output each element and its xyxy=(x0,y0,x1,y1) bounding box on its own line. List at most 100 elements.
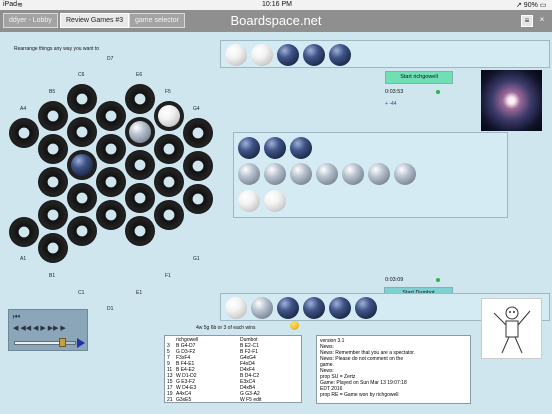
board-hint: Rearrange things any way you want to xyxy=(14,46,100,52)
coord-F1: F1 xyxy=(165,273,171,279)
ring[interactable] xyxy=(125,183,155,213)
playback-slider[interactable] xyxy=(14,341,76,345)
close-icon[interactable]: × xyxy=(536,15,548,27)
log-move-player2: W F5 edit xyxy=(240,397,262,403)
grey-marble[interactable] xyxy=(290,163,312,185)
ring[interactable] xyxy=(67,216,97,246)
black-marble[interactable] xyxy=(355,297,377,319)
coord-B5: B5 xyxy=(49,89,56,95)
coord-A1: A1 xyxy=(20,256,27,262)
info-line: prop RE = Game won by richgowell xyxy=(320,392,399,398)
ring[interactable] xyxy=(67,84,97,114)
grey-marble[interactable] xyxy=(264,163,286,185)
white-marble[interactable] xyxy=(225,297,247,319)
start-richgowell-button[interactable]: Start richgowell xyxy=(385,71,453,84)
white-marble[interactable] xyxy=(238,190,260,212)
ring[interactable] xyxy=(38,101,68,131)
black-marble[interactable] xyxy=(71,154,93,176)
grey-marble[interactable] xyxy=(316,163,338,185)
ring[interactable] xyxy=(38,167,68,197)
ring[interactable] xyxy=(96,200,126,230)
playback-slider-knob[interactable] xyxy=(59,338,67,347)
ring[interactable] xyxy=(96,101,126,131)
wifi-icon: ≋ xyxy=(17,2,23,9)
ring[interactable] xyxy=(125,150,155,180)
ring[interactable] xyxy=(67,183,97,213)
coord-E6: E6 xyxy=(136,72,143,78)
ring[interactable] xyxy=(154,167,184,197)
bottom-player-clock: 0:03:09 xyxy=(385,277,404,283)
top-bar: ddyer - Lobby Review Games #3 game selec… xyxy=(0,10,552,32)
ring[interactable] xyxy=(38,200,68,230)
coord-D1: D1 xyxy=(107,306,114,312)
win-rule: 4w 5g 6b or 3 of each wins xyxy=(196,325,256,331)
top-player-clock: 0:03:53 xyxy=(385,89,404,95)
coord-C6: C6 xyxy=(78,72,85,78)
playback-controls: ⏮ ◀ ◀◀ ◀ ▶ ▶▶ ▶ xyxy=(8,309,88,351)
top-player-score: + -44 xyxy=(385,101,397,107)
black-marble[interactable] xyxy=(277,297,299,319)
black-marble[interactable] xyxy=(303,44,325,66)
black-marble[interactable] xyxy=(329,44,351,66)
white-marble[interactable] xyxy=(158,105,180,127)
ring[interactable] xyxy=(67,117,97,147)
status-bar: iPad ≋ 10:16 PM ↗ 90% ▭ xyxy=(0,0,552,10)
ring[interactable] xyxy=(154,134,184,164)
playback-slider-fill xyxy=(15,342,62,344)
galaxy-avatar xyxy=(481,70,542,131)
menu-icon[interactable]: ≡ xyxy=(521,15,533,27)
page-title: Boardspace.net xyxy=(230,13,322,28)
white-marble[interactable] xyxy=(251,44,273,66)
grey-marble[interactable] xyxy=(238,163,260,185)
clock-time: 10:16 PM xyxy=(262,1,292,8)
grey-marble[interactable] xyxy=(251,297,273,319)
ring[interactable] xyxy=(38,233,68,263)
ring[interactable] xyxy=(9,217,39,247)
first-move-icon[interactable]: ⏮ xyxy=(13,312,20,322)
info-lines: version 3.1 News: News: Remember that you … xyxy=(320,338,467,398)
ring[interactable] xyxy=(125,216,155,246)
ring[interactable] xyxy=(96,167,126,197)
battery-indicator: ↗ 90% ▭ xyxy=(516,2,547,9)
coord-C1: C1 xyxy=(78,290,85,296)
coord-G1: G1 xyxy=(193,256,200,262)
ring[interactable] xyxy=(183,151,213,181)
game-log[interactable]: richgowell Dumbot 3B G4-D7 B E2-C1 5 G D3-F… xyxy=(164,335,302,403)
ring[interactable] xyxy=(154,200,184,230)
black-marble[interactable] xyxy=(238,137,260,159)
grey-marble[interactable] xyxy=(342,163,364,185)
log-move-number: 21 xyxy=(167,397,173,403)
black-marble[interactable] xyxy=(303,297,325,319)
grey-marble[interactable] xyxy=(129,121,151,143)
robot-avatar xyxy=(481,298,542,359)
coord-D7: D7 xyxy=(107,56,114,62)
ring[interactable] xyxy=(183,118,213,148)
bottom-player-online-dot xyxy=(436,278,440,282)
coord-G4: G4 xyxy=(193,106,200,112)
grey-marble[interactable] xyxy=(368,163,390,185)
top-player-online-dot xyxy=(436,90,440,94)
black-marble[interactable] xyxy=(277,44,299,66)
ring[interactable] xyxy=(125,84,155,114)
black-marble[interactable] xyxy=(290,137,312,159)
device-label: iPad xyxy=(3,1,18,8)
step-controls-icon[interactable]: ◀ ◀◀ ◀ ▶ ▶▶ ▶ xyxy=(13,324,66,332)
coord-B1: B1 xyxy=(49,273,56,279)
log-row[interactable]: 21 G3xE5 W F5 edit xyxy=(165,397,301,403)
marble-pool xyxy=(233,132,508,218)
ring[interactable] xyxy=(9,118,39,148)
info-panel[interactable]: version 3.1 News: News: Remember that you … xyxy=(316,335,471,404)
white-marble[interactable] xyxy=(264,190,286,212)
status-icon xyxy=(290,321,299,330)
play-icon[interactable] xyxy=(77,338,85,348)
black-marble[interactable] xyxy=(329,297,351,319)
ring[interactable] xyxy=(96,134,126,164)
black-marble[interactable] xyxy=(264,137,286,159)
coord-F5: F5 xyxy=(165,89,171,95)
log-move-player1: G3xE5 xyxy=(176,397,192,403)
ring[interactable] xyxy=(183,184,213,214)
ring[interactable] xyxy=(38,134,68,164)
white-marble[interactable] xyxy=(225,44,247,66)
grey-marble[interactable] xyxy=(394,163,416,185)
top-reserve-rack xyxy=(220,40,550,68)
